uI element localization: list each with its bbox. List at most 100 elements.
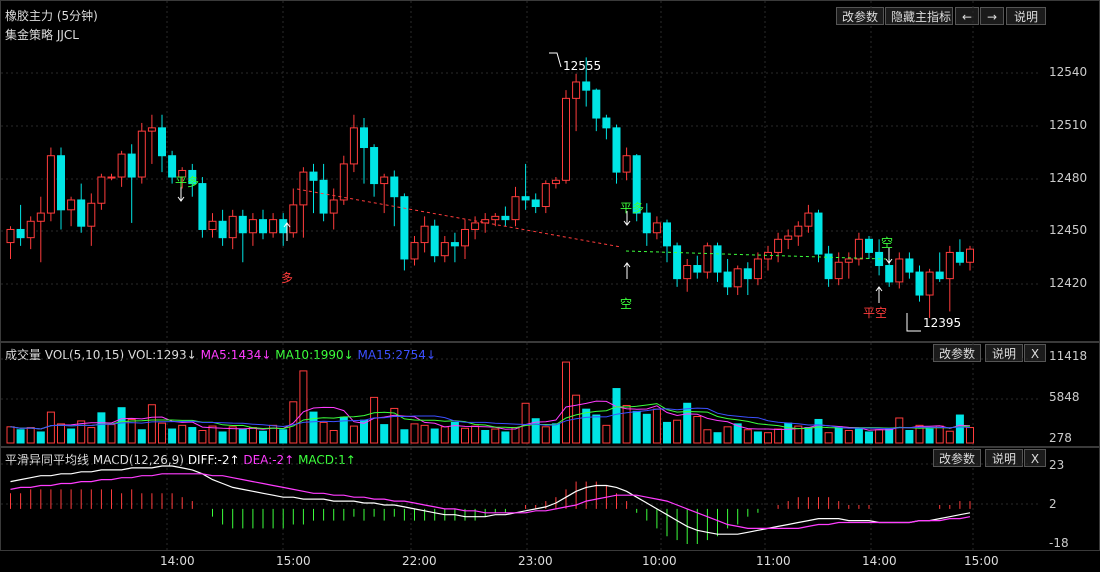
- volume-bar: [834, 426, 843, 444]
- candle: [541, 183, 550, 208]
- candle: [814, 212, 823, 255]
- candle: [16, 228, 25, 239]
- volume-bar: [703, 429, 712, 444]
- candle: [440, 242, 449, 257]
- candle: [602, 117, 611, 129]
- signal-close-long-label-2: 平多: [620, 201, 645, 215]
- volume-bar: [410, 423, 419, 444]
- candle: [652, 222, 661, 234]
- candle: [198, 183, 207, 230]
- candle: [794, 225, 803, 237]
- signal-close-short-label: 平空: [863, 306, 888, 320]
- volume-bar: [925, 428, 934, 444]
- candle: [966, 248, 974, 263]
- volume-bar: [885, 427, 894, 444]
- candle: [753, 258, 762, 280]
- volume-bar: [16, 429, 25, 444]
- volume-bar: [592, 414, 601, 444]
- volume-bar: [198, 429, 207, 444]
- candle: [844, 258, 853, 263]
- volume-bar: [966, 427, 974, 444]
- candle: [370, 147, 379, 185]
- time-label: 15:00: [964, 554, 999, 568]
- volume-bar: [218, 431, 227, 444]
- candle: [117, 153, 126, 178]
- macd-tick-top: 23: [1049, 458, 1065, 472]
- volume-bar: [259, 430, 267, 444]
- volume-bar: [693, 416, 702, 444]
- volume-bar: [632, 410, 641, 444]
- volume-bar: [854, 428, 863, 444]
- volume-bar: [97, 412, 106, 444]
- volume-bar: [642, 413, 651, 444]
- candle: [733, 268, 742, 288]
- volume-bar: [622, 404, 631, 444]
- candlestick-chart[interactable]: [1, 1, 1041, 343]
- candle: [683, 265, 692, 280]
- volume-bar: [137, 429, 146, 444]
- candle: [67, 199, 76, 211]
- candle: [461, 228, 469, 247]
- candle: [400, 196, 409, 260]
- macd-tick-low: -18: [1049, 536, 1069, 550]
- candle: [612, 127, 621, 173]
- volume-bar: [723, 426, 732, 444]
- candle: [349, 127, 358, 165]
- candle: [501, 215, 510, 221]
- time-label: 10:00: [642, 554, 677, 568]
- volume-bar: [178, 424, 187, 444]
- time-label: 22:00: [402, 554, 437, 568]
- candle: [410, 242, 419, 260]
- y-tick-12420: 12420: [1049, 276, 1088, 290]
- candle: [865, 238, 873, 253]
- y-tick-12480: 12480: [1049, 171, 1088, 185]
- candle: [289, 204, 298, 234]
- volume-bar: [865, 431, 873, 444]
- candle: [915, 271, 924, 296]
- candle: [309, 171, 318, 181]
- volume-bar: [420, 424, 429, 444]
- volume-chart[interactable]: [1, 343, 1041, 448]
- candle: [158, 127, 166, 157]
- candle: [238, 215, 247, 234]
- volume-bar: [107, 424, 116, 444]
- volume-bar: [471, 425, 480, 444]
- candle: [57, 155, 65, 211]
- volume-bar: [147, 404, 156, 444]
- volume-bar: [784, 422, 793, 444]
- candle: [420, 225, 429, 244]
- high-marker-label: 12555: [563, 59, 602, 73]
- macd-chart[interactable]: [1, 448, 1041, 552]
- volume-bar: [349, 425, 358, 444]
- volume-bar: [511, 427, 520, 444]
- volume-bar: [390, 407, 399, 444]
- candle: [228, 215, 237, 239]
- volume-bar: [36, 431, 45, 444]
- y-tick-12450: 12450: [1049, 223, 1088, 237]
- volume-bar: [673, 419, 682, 444]
- volume-bar: [279, 429, 288, 444]
- candle: [269, 219, 278, 234]
- volume-bar: [430, 428, 439, 444]
- candle: [491, 215, 500, 221]
- candle: [6, 228, 15, 244]
- candle: [642, 212, 651, 234]
- signal-close-long-label: 平多: [175, 175, 200, 189]
- candle: [834, 261, 843, 280]
- volume-bar: [824, 432, 833, 444]
- volume-bar: [46, 411, 55, 444]
- candle: [713, 245, 722, 273]
- candle: [319, 179, 328, 214]
- vol-tick-top: 11418: [1049, 349, 1088, 363]
- high-marker-line: [549, 52, 562, 68]
- volume-bar: [713, 432, 722, 444]
- candle: [895, 258, 904, 283]
- candle: [663, 222, 671, 247]
- candle: [622, 155, 631, 173]
- macd-panel: 平滑异同平均线 MACD(12,26,9) DIFF:-2↑ DEA:-2↑ M…: [0, 447, 1100, 552]
- candle: [703, 245, 712, 273]
- macd-tick-mid: 2: [1049, 497, 1057, 511]
- volume-bar: [26, 427, 35, 444]
- volume-bar: [329, 429, 338, 444]
- candle: [955, 251, 964, 263]
